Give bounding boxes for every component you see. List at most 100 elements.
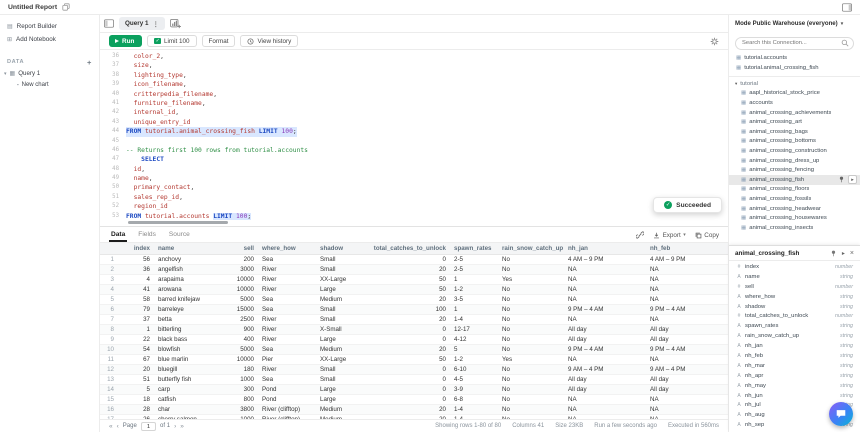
column-header[interactable]: shadow [316,243,364,254]
table-row[interactable]: 1628char3800River (clifftop)Medium201-4N… [100,404,728,414]
code-line[interactable]: 38 lighting_type, [100,71,728,80]
pinned-table-item[interactable]: ▦tutorial.accounts [729,54,860,64]
table-item[interactable]: ▦aapl_historical_stock_price [729,89,860,99]
column-header[interactable]: rain_snow_catch_up [498,243,564,254]
schema-column-row[interactable]: Anamestring [729,272,860,282]
editor-hscrollbar[interactable] [128,221,228,224]
schema-column-row[interactable]: #total_catches_to_unlocknumber [729,311,860,321]
view-history-button[interactable]: View history [240,35,298,47]
table-item[interactable]: ▦animal_crossing_headwear [729,204,860,214]
code-line[interactable]: 51 sales_rep_id, [100,193,728,202]
code-line[interactable]: 44FROM tutorial.animal_crossing_fish LIM… [100,127,728,136]
schema-column-row[interactable]: Anh_janstring [729,341,860,351]
toggle-right-panel-icon[interactable] [842,3,852,12]
code-line[interactable]: 39 icon_filename, [100,80,728,89]
limit-100-toggle[interactable]: ✓ Limit 100 [147,35,196,47]
last-page-icon[interactable]: » [180,423,184,430]
search-input[interactable] [735,37,854,50]
tab-source[interactable]: Source [167,228,192,242]
sidebar-item-add-notebook[interactable]: ⊞ Add Notebook [0,33,99,46]
first-page-icon[interactable]: « [109,423,113,430]
schema-column-row[interactable]: Arain_snow_catch_upstring [729,331,860,341]
table-item[interactable]: ▦animal_crossing_floors [729,185,860,195]
schema-section-tutorial[interactable]: ▾ tutorial [729,79,860,89]
add-chart-icon[interactable] [170,19,181,29]
prev-page-icon[interactable]: ‹ [117,423,119,430]
code-line[interactable]: 52 region_id [100,202,728,211]
help-chat-button[interactable] [829,402,853,426]
code-line[interactable]: 43 unique_entry_id [100,118,728,127]
code-line[interactable]: 45 [100,137,728,146]
table-row[interactable]: 1054blowfish5000SeaMedium205No9 PM – 4 A… [100,344,728,354]
column-header[interactable]: where_how [258,243,316,254]
schema-column-row[interactable]: #sellnumber [729,282,860,292]
column-header[interactable]: total_catches_to_unlock [364,243,450,254]
pin-icon[interactable] [830,250,837,257]
schema-column-row[interactable]: Anh_febstring [729,351,860,361]
table-item[interactable]: ▦animal_crossing_achievements [729,108,860,118]
results-table[interactable]: indexnamesellwhere_howshadowtotal_catche… [100,243,728,419]
code-line[interactable]: 41 furniture_filename, [100,99,728,108]
link-icon[interactable] [636,231,644,239]
kebab-menu-icon[interactable]: ⋮ [152,20,159,28]
table-item[interactable]: ▦animal_crossing_bags [729,127,860,137]
sql-editor[interactable]: 36 color_2,37 size,38 lighting_type,39 i… [100,50,728,226]
schema-column-row[interactable]: #indexnumber [729,262,860,272]
code-line[interactable]: 36 color_2, [100,52,728,61]
close-icon[interactable]: × [850,250,854,257]
code-line[interactable]: 49 name, [100,174,728,183]
table-row[interactable]: 1518catfish800PondLarge06-8NoNANA [100,394,728,404]
copy-button[interactable]: Copy [695,232,719,239]
code-line[interactable]: 47 SELECT [100,155,728,164]
table-row[interactable]: 441arowana10000RiverLarge501-2NoNANA [100,284,728,294]
table-item[interactable]: ▦animal_crossing_housewares [729,213,860,223]
column-header[interactable]: spawn_rates [450,243,498,254]
code-line[interactable]: 48 id, [100,165,728,174]
schema-column-row[interactable]: Ashadowstring [729,302,860,312]
table-item[interactable]: ▦animal_crossing_dress_up [729,156,860,166]
open-table-icon[interactable]: ▸ [842,250,845,257]
schema-column-row[interactable]: Anh_aprstring [729,371,860,381]
table-row[interactable]: 156anchovy200SeaSmall02-5No4 AM – 9 PM4 … [100,254,728,264]
code-line[interactable]: 40 critterpedia_filename, [100,90,728,99]
pinned-table-item[interactable]: ▦tutorial.animal_crossing_fish [729,63,860,73]
table-row[interactable]: 1167blue marlin10000PierXX-Large501-2Yes… [100,354,728,364]
table-item[interactable]: ▦accounts [729,98,860,108]
table-item[interactable]: ▦animal_crossing_construction [729,146,860,156]
table-row[interactable]: 679barreleye15000SeaSmall1001No9 PM – 4 … [100,304,728,314]
table-item[interactable]: ▦animal_crossing_bottoms [729,137,860,147]
table-row[interactable]: 236angelfish3000RiverSmall202-5NoNANA [100,264,728,274]
tab-data[interactable]: Data [109,228,127,242]
tab-fields[interactable]: Fields [136,228,158,242]
table-item[interactable]: ▦animal_crossing_fossils [729,194,860,204]
tab-query1[interactable]: Query 1 ⋮ [119,17,165,30]
report-title[interactable]: Untitled Report [8,4,57,11]
table-row[interactable]: 1351butterfly fish1000SeaSmall04-5NoAll … [100,374,728,384]
table-row[interactable]: 145carp300PondLarge03-9NoAll dayAll day [100,384,728,394]
table-item[interactable]: ▦animal_crossing_fencing [729,165,860,175]
column-header[interactable]: name [154,243,218,254]
collapse-sidebar-icon[interactable] [104,19,114,28]
table-row[interactable]: 1220bluegill180RiverSmall06-10No9 AM – 4… [100,364,728,374]
table-item[interactable]: ▦animal_crossing_fish▸ [729,175,860,185]
schema-column-row[interactable]: Anh_marstring [729,361,860,371]
schema-column-row[interactable]: Awhere_howstring [729,292,860,302]
code-line[interactable]: 42 internal_id, [100,108,728,117]
warehouse-selector[interactable]: Mode Public Warehouse (everyone) ▼ [729,15,860,30]
table-item[interactable]: ▦animal_crossing_insects [729,223,860,233]
pin-icon[interactable] [838,176,845,183]
page-input[interactable]: 1 [141,422,156,431]
column-header[interactable]: nh_jan [564,243,646,254]
table-row[interactable]: 81bitterling900RiverX-Small012-17NoAll d… [100,324,728,334]
column-header[interactable]: nh_feb [646,243,728,254]
column-header[interactable]: sell [218,243,258,254]
sidebar-item-query1[interactable]: ▾ ▦ Query 1 [0,68,99,79]
expand-report-icon[interactable] [62,3,70,11]
table-row[interactable]: 922black bass400RiverLarge04-12NoAll day… [100,334,728,344]
next-page-icon[interactable]: › [174,423,176,430]
gear-icon[interactable] [710,37,719,46]
sidebar-item-new-chart[interactable]: ▪ New chart [0,79,99,90]
code-line[interactable]: 37 size, [100,61,728,70]
sidebar-item-report-builder[interactable]: ▤ Report Builder [0,20,99,33]
schema-column-row[interactable]: Aspawn_ratesstring [729,321,860,331]
